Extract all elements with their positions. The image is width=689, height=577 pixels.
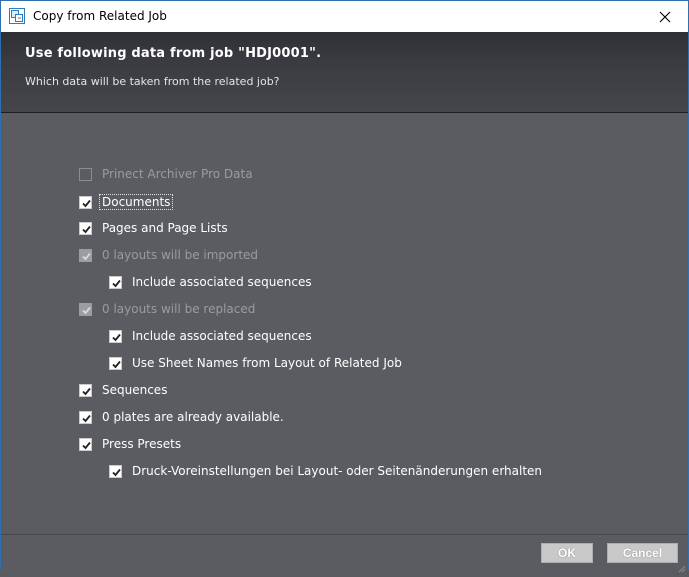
- option-label: Documents: [99, 194, 174, 210]
- option-pages[interactable]: Pages and Page Lists: [79, 221, 228, 235]
- header-subtitle: Which data will be taken from the relate…: [25, 75, 280, 88]
- window-title: Copy from Related Job: [33, 9, 167, 23]
- check-icon: [82, 306, 91, 314]
- checkbox[interactable]: [79, 437, 92, 451]
- cancel-button[interactable]: Cancel: [607, 543, 678, 563]
- checkbox[interactable]: [109, 464, 122, 478]
- option-label: Prinect Archiver Pro Data: [102, 167, 253, 181]
- checkbox[interactable]: [79, 167, 92, 181]
- copy-job-icon: [9, 8, 25, 24]
- option-plates[interactable]: 0 plates are already available.: [79, 410, 284, 424]
- option-label: Use Sheet Names from Layout of Related J…: [132, 356, 402, 370]
- option-label: Sequences: [102, 383, 168, 397]
- resize-grip-icon[interactable]: [676, 558, 686, 573]
- checkbox[interactable]: [109, 329, 122, 343]
- checkbox[interactable]: [109, 356, 122, 370]
- checkbox[interactable]: [79, 383, 92, 397]
- checkbox[interactable]: [79, 410, 92, 424]
- header-title: Use following data from job "HDJ0001".: [25, 46, 322, 61]
- title-bar: Copy from Related Job: [1, 1, 688, 32]
- option-label: 0 plates are already available.: [102, 410, 284, 424]
- option-keep-press-settings[interactable]: Druck-Voreinstellungen bei Layout- oder …: [109, 464, 542, 478]
- check-icon: [82, 441, 91, 449]
- check-icon: [82, 199, 91, 207]
- check-icon: [82, 252, 91, 260]
- check-icon: [112, 279, 121, 287]
- option-label: Pages and Page Lists: [102, 221, 228, 235]
- checkbox[interactable]: [79, 248, 92, 262]
- option-sheet-names[interactable]: Use Sheet Names from Layout of Related J…: [109, 356, 402, 370]
- option-label: Press Presets: [102, 437, 182, 451]
- option-press-presets[interactable]: Press Presets: [79, 437, 181, 451]
- option-label: 0 layouts will be replaced: [102, 302, 256, 316]
- ok-button[interactable]: OK: [541, 543, 593, 563]
- options-panel: Prinect Archiver Pro Data Documents Page…: [1, 113, 688, 534]
- option-documents[interactable]: Documents: [79, 194, 174, 210]
- dialog-window: Copy from Related Job Use following data…: [0, 0, 689, 573]
- option-label: Druck-Voreinstellungen bei Layout- oder …: [132, 464, 543, 478]
- check-icon: [112, 468, 121, 476]
- dialog-header: Use following data from job "HDJ0001". W…: [1, 32, 688, 113]
- option-label: Include associated sequences: [132, 329, 312, 343]
- checkbox[interactable]: [79, 195, 92, 209]
- check-icon: [112, 360, 121, 368]
- option-label: Include associated sequences: [132, 275, 312, 289]
- option-label: 0 layouts will be imported: [102, 248, 259, 262]
- option-include-sequences-replaced[interactable]: Include associated sequences: [109, 329, 312, 343]
- checkbox[interactable]: [109, 275, 122, 289]
- option-layouts-replaced[interactable]: 0 layouts will be replaced: [79, 302, 255, 316]
- close-button[interactable]: [642, 1, 688, 32]
- option-layouts-imported[interactable]: 0 layouts will be imported: [79, 248, 258, 262]
- option-prinect-archiver[interactable]: Prinect Archiver Pro Data: [79, 167, 253, 181]
- checkbox[interactable]: [79, 221, 92, 235]
- check-icon: [112, 333, 121, 341]
- checkbox[interactable]: [79, 302, 92, 316]
- check-icon: [82, 387, 91, 395]
- option-include-sequences-imported[interactable]: Include associated sequences: [109, 275, 312, 289]
- button-bar: OK Cancel: [1, 534, 688, 573]
- check-icon: [82, 225, 91, 233]
- close-icon: [659, 11, 671, 22]
- option-sequences[interactable]: Sequences: [79, 383, 167, 397]
- check-icon: [82, 414, 91, 422]
